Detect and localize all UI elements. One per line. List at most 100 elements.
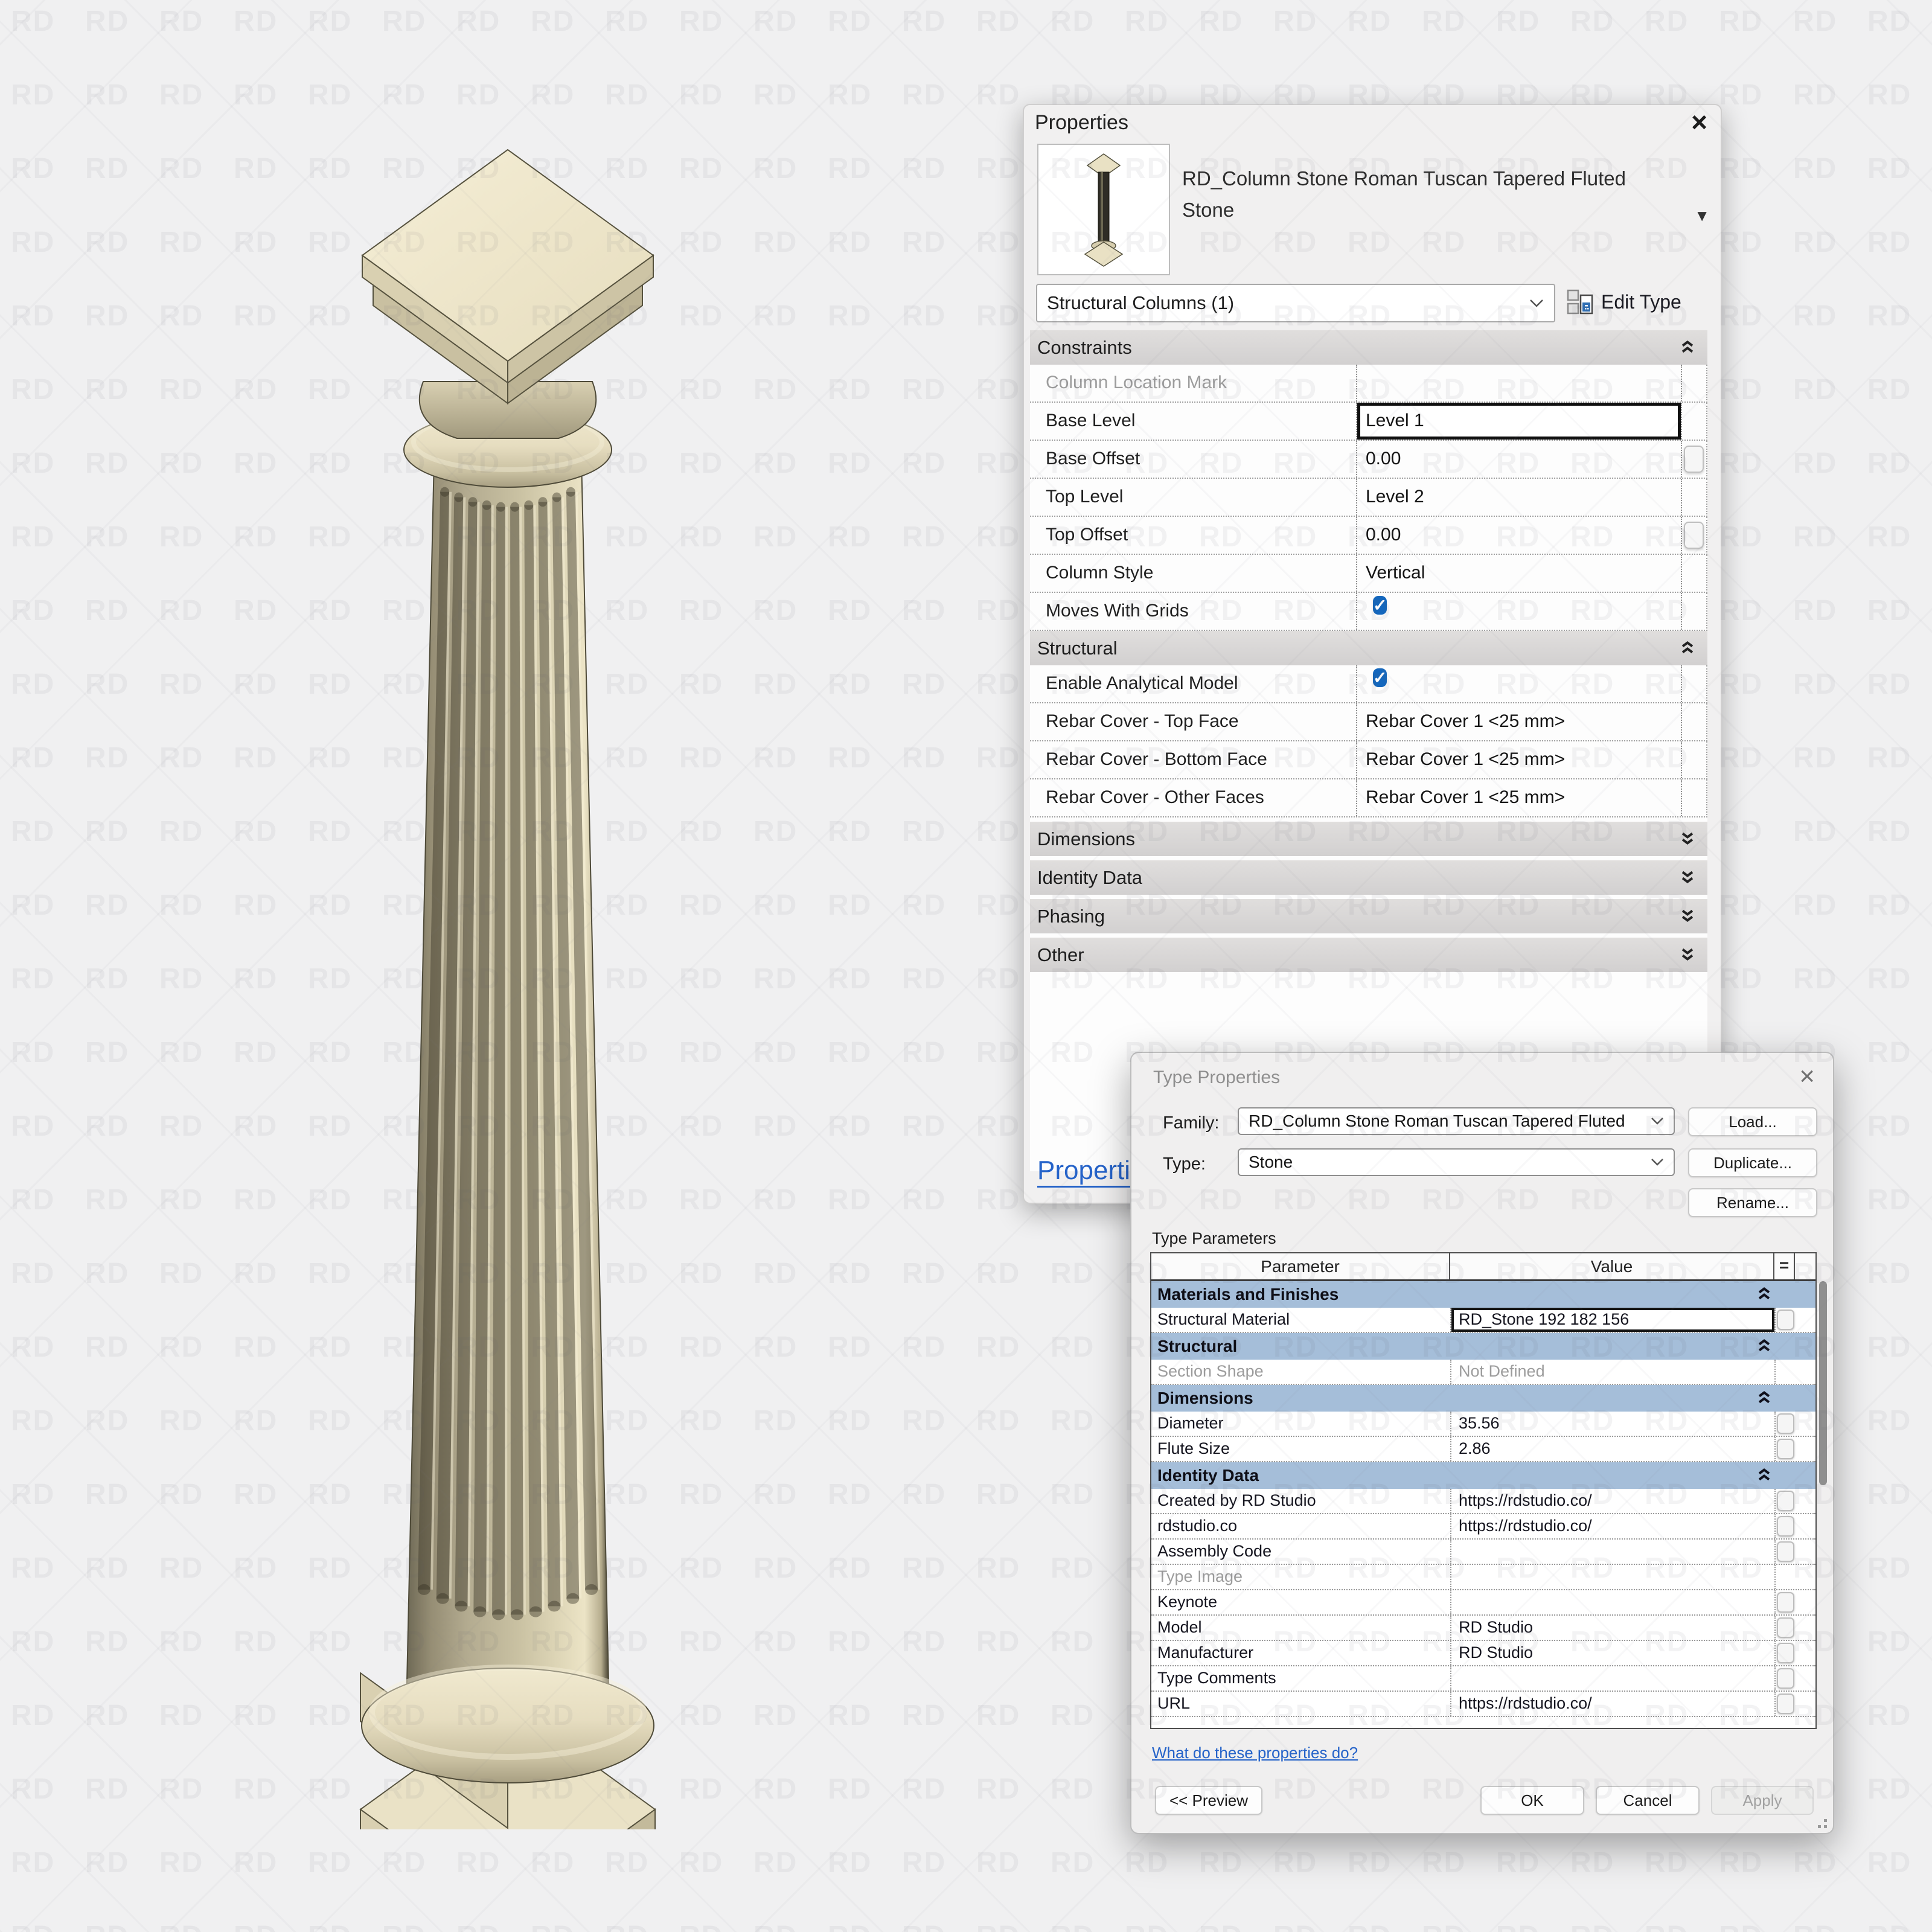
preview-button[interactable]: << Preview <box>1155 1786 1262 1815</box>
parameter-value[interactable]: https://rdstudio.co/ <box>1450 1692 1774 1716</box>
associate-parameter-button[interactable] <box>1777 1439 1794 1459</box>
associate-parameter-button[interactable] <box>1777 1643 1794 1663</box>
dialog-close-icon[interactable]: × <box>1799 1061 1815 1092</box>
property-value[interactable]: Rebar Cover 1 <25 mm> <box>1356 741 1681 778</box>
category-filter-combobox[interactable]: Structural Columns (1) <box>1036 284 1555 322</box>
type-combobox[interactable]: Stone <box>1238 1148 1675 1176</box>
resize-grip[interactable] <box>1811 1812 1827 1828</box>
parameter-value[interactable]: RD Studio <box>1450 1616 1774 1640</box>
associate-parameter-button[interactable] <box>1777 1668 1794 1689</box>
property-value[interactable]: ✓ <box>1356 593 1681 630</box>
collapse-chevron-icon[interactable] <box>1678 638 1697 658</box>
parameter-value[interactable] <box>1450 1565 1774 1589</box>
watermark-text: RD <box>902 1479 947 1511</box>
parameter-value[interactable] <box>1450 1666 1774 1690</box>
parameter-value[interactable]: https://rdstudio.co/ <box>1450 1514 1774 1538</box>
watermark-text: RD <box>159 816 204 848</box>
selected-type-name[interactable]: RD_Column Stone Roman Tuscan Tapered Flu… <box>1182 163 1677 226</box>
apply-button[interactable]: Apply <box>1711 1786 1814 1815</box>
expand-chevron-icon[interactable] <box>1678 868 1697 888</box>
property-value[interactable]: Level 2 <box>1356 479 1681 516</box>
family-combobox[interactable]: RD_Column Stone Roman Tuscan Tapered Flu… <box>1238 1107 1675 1135</box>
section-label: Phasing <box>1037 905 1105 927</box>
watermark-text: RD <box>976 1184 1021 1216</box>
watermark-text: RD <box>976 816 1021 848</box>
property-value[interactable]: Level 1 <box>1356 403 1681 440</box>
expand-chevron-icon[interactable] <box>1678 906 1697 926</box>
watermark-text: RD <box>976 1331 1021 1363</box>
watermark-text: RD <box>1719 668 1764 700</box>
associate-parameter-button[interactable] <box>1777 1491 1794 1511</box>
collapse-chevron-icon[interactable] <box>1755 1285 1773 1305</box>
watermark-text: RD <box>1867 5 1912 37</box>
associate-parameter-button[interactable] <box>1684 522 1704 549</box>
section-header-other[interactable]: Other <box>1030 938 1707 972</box>
property-value[interactable]: 0.00 <box>1356 441 1681 478</box>
associate-parameter-button[interactable] <box>1777 1516 1794 1537</box>
parameter-value[interactable]: RD_Stone 192 182 156 <box>1450 1308 1774 1332</box>
parameter-value[interactable]: 2.86 <box>1450 1437 1774 1461</box>
associate-parameter-button[interactable] <box>1777 1694 1794 1714</box>
parameter-group-identity-data[interactable]: Identity Data <box>1151 1462 1815 1489</box>
category-filter-value: Structural Columns (1) <box>1047 292 1235 313</box>
section-header-dimensions[interactable]: Dimensions <box>1030 822 1707 856</box>
watermark-text: RD <box>753 1479 798 1511</box>
properties-help-link[interactable]: What do these properties do? <box>1152 1744 1358 1762</box>
parameter-value[interactable]: 35.56 <box>1450 1412 1774 1436</box>
ok-button[interactable]: OK <box>1480 1786 1584 1815</box>
associate-parameter-button[interactable] <box>1777 1617 1794 1638</box>
property-value[interactable]: Rebar Cover 1 <25 mm> <box>1356 779 1681 816</box>
associate-parameter-button[interactable] <box>1777 1413 1794 1434</box>
property-label: Rebar Cover - Top Face <box>1046 711 1239 731</box>
section-header-phasing[interactable]: Phasing <box>1030 899 1707 933</box>
properties-help-link[interactable]: Propertie <box>1037 1156 1135 1188</box>
watermark-text: RD <box>828 447 872 479</box>
parameter-value[interactable] <box>1450 1540 1774 1564</box>
property-value[interactable] <box>1356 365 1681 401</box>
property-value[interactable]: Vertical <box>1356 555 1681 592</box>
parameter-group-dimensions[interactable]: Dimensions <box>1151 1385 1815 1412</box>
watermark-text: RD <box>1867 1626 1912 1658</box>
parameter-value[interactable]: RD Studio <box>1450 1641 1774 1665</box>
associate-parameter-button[interactable] <box>1777 1310 1794 1330</box>
assoc-column-header[interactable]: = <box>1773 1253 1795 1279</box>
section-header-identity-data[interactable]: Identity Data <box>1030 860 1707 895</box>
watermark-text: RD <box>1719 595 1764 627</box>
table-scrollbar-thumb[interactable] <box>1819 1281 1827 1485</box>
watermark-text: RD <box>828 79 872 111</box>
checkbox-checked[interactable]: ✓ <box>1373 596 1387 615</box>
property-value[interactable]: 0.00 <box>1356 517 1681 554</box>
section-header-constraints[interactable]: Constraints <box>1030 330 1707 365</box>
expand-chevron-icon[interactable] <box>1678 829 1697 849</box>
parameter-value[interactable]: Not Defined <box>1450 1360 1774 1384</box>
load-button[interactable]: Load... <box>1688 1107 1817 1136</box>
watermark-text: RD <box>159 226 204 258</box>
type-selector-caret-icon[interactable]: ▼ <box>1694 206 1710 225</box>
type-preview-column-icon <box>1084 153 1124 267</box>
edit-type-button[interactable]: Edit Type <box>1566 284 1715 320</box>
parameter-group-materials-and-finishes[interactable]: Materials and Finishes <box>1151 1281 1815 1308</box>
associate-parameter-button[interactable] <box>1777 1541 1794 1562</box>
watermark-text: RD <box>753 5 798 37</box>
collapse-chevron-icon[interactable] <box>1678 337 1697 357</box>
associate-parameter-button[interactable] <box>1777 1592 1794 1613</box>
properties-close-icon[interactable]: × <box>1691 106 1707 138</box>
checkbox-checked[interactable]: ✓ <box>1373 668 1387 687</box>
collapse-chevron-icon[interactable] <box>1755 1337 1773 1357</box>
property-value[interactable]: ✓ <box>1356 665 1681 702</box>
parameter-value[interactable] <box>1450 1590 1774 1614</box>
section-header-structural[interactable]: Structural <box>1030 631 1707 665</box>
rename-button[interactable]: Rename... <box>1688 1188 1817 1217</box>
watermark-text: RD <box>1719 300 1764 332</box>
cancel-button[interactable]: Cancel <box>1596 1786 1700 1815</box>
property-label: Rebar Cover - Bottom Face <box>1046 749 1267 769</box>
collapse-chevron-icon[interactable] <box>1755 1466 1773 1486</box>
watermark-text: RD <box>1496 5 1541 37</box>
collapse-chevron-icon[interactable] <box>1755 1389 1773 1409</box>
parameter-group-structural[interactable]: Structural <box>1151 1333 1815 1360</box>
associate-parameter-button[interactable] <box>1684 446 1704 473</box>
expand-chevron-icon[interactable] <box>1678 945 1697 965</box>
parameter-value[interactable]: https://rdstudio.co/ <box>1450 1489 1774 1513</box>
duplicate-button[interactable]: Duplicate... <box>1688 1148 1817 1177</box>
property-value[interactable]: Rebar Cover 1 <25 mm> <box>1356 703 1681 740</box>
